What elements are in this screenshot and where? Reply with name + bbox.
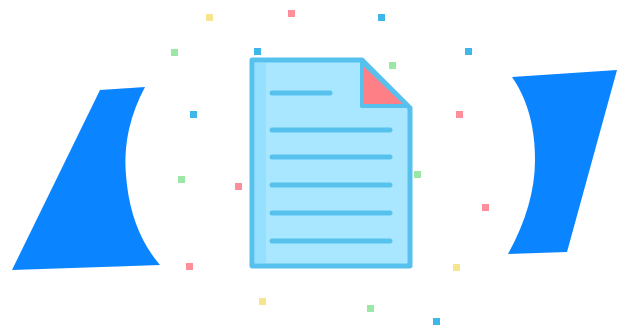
confetti-square xyxy=(378,14,385,21)
confetti-square xyxy=(389,62,396,69)
right-bracket-shape xyxy=(508,70,617,254)
confetti-square xyxy=(178,176,185,183)
document-left-band xyxy=(255,63,266,263)
confetti-square xyxy=(482,204,489,211)
document-icon xyxy=(249,57,413,269)
confetti-square xyxy=(367,305,374,312)
confetti-square xyxy=(414,171,421,178)
confetti-square xyxy=(456,111,463,118)
left-bracket-shape xyxy=(12,87,160,270)
confetti-square xyxy=(171,49,178,56)
confetti-square xyxy=(288,10,295,17)
illustration-stage xyxy=(0,0,619,330)
confetti-square xyxy=(465,48,472,55)
confetti-square xyxy=(206,14,213,21)
confetti-square xyxy=(254,48,261,55)
confetti-square xyxy=(453,264,460,271)
confetti-square xyxy=(433,318,440,325)
confetti-square xyxy=(259,298,266,305)
confetti-square xyxy=(235,183,242,190)
document-illustration xyxy=(12,10,617,325)
confetti-square xyxy=(186,263,193,270)
confetti-square xyxy=(190,111,197,118)
document-fold xyxy=(360,60,410,108)
